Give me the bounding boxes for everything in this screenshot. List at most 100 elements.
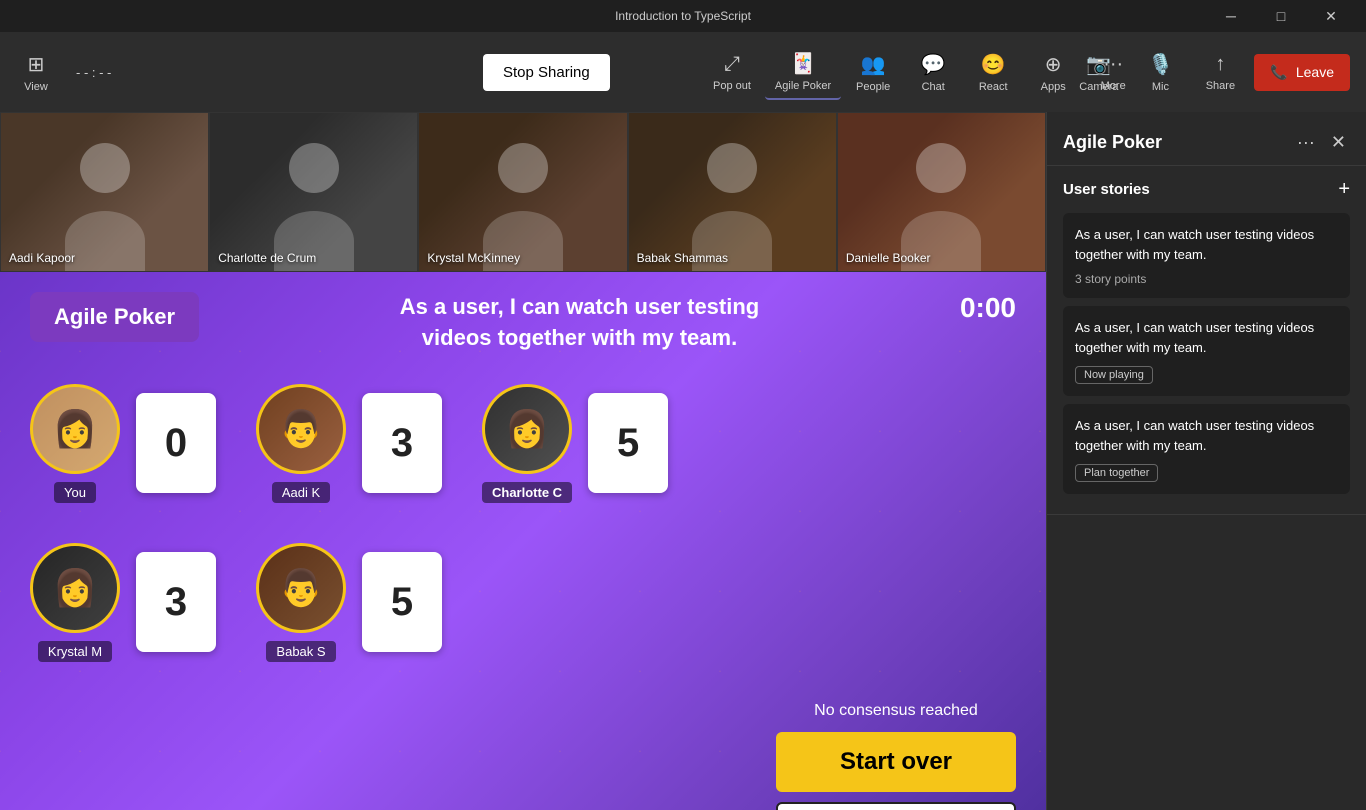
pop-out-button[interactable]: ⤢ Pop out xyxy=(703,47,761,98)
stories-section: User stories + As a user, I can watch us… xyxy=(1047,166,1366,515)
window-controls: ─ □ ✕ xyxy=(1208,0,1354,32)
video-strip: Aadi Kapoor Charlotte de Crum Krystal Mc… xyxy=(0,112,1046,272)
krystal-name-tag: Krystal M xyxy=(38,641,112,662)
more-options-button[interactable]: ··· xyxy=(1293,128,1319,157)
panel-close-button[interactable]: ✕ xyxy=(1327,128,1350,157)
chat-label: Chat xyxy=(922,81,945,93)
story-card-2[interactable]: As a user, I can watch user testing vide… xyxy=(1063,306,1350,396)
stop-sharing-button[interactable]: Stop Sharing xyxy=(483,54,610,91)
player-babak: 👨 Babak S 5 xyxy=(256,543,442,662)
start-over-button[interactable]: Start over xyxy=(776,732,1016,792)
agile-poker-badge-label: Agile Poker xyxy=(54,304,175,329)
apps-icon: ⊕ xyxy=(1045,52,1062,77)
charlotte-vote-card: 5 xyxy=(588,393,668,493)
aadi-avatar: 👨 xyxy=(256,384,346,474)
stories-label: User stories xyxy=(1063,181,1150,198)
mic-icon: 🎙️ xyxy=(1148,52,1173,77)
sil-head xyxy=(80,143,130,193)
player-charlotte: 👩 Charlotte C 5 xyxy=(482,384,668,503)
toolbar-left: ⊞ View - - : - - xyxy=(16,52,111,93)
agile-poker-icon: 🃏 xyxy=(791,51,816,76)
video-name-krystal: Krystal McKinney xyxy=(427,251,520,265)
krystal-silhouette xyxy=(419,113,626,271)
babak-avatar: 👨 xyxy=(256,543,346,633)
agile-poker-label: Agile Poker xyxy=(775,80,831,92)
danielle-silhouette xyxy=(838,113,1045,271)
video-name-danielle: Danielle Booker xyxy=(846,251,931,265)
players-row-1: 👩 You 0 👨 Aadi K 3 xyxy=(30,384,1016,503)
close-button[interactable]: ✕ xyxy=(1308,0,1354,32)
minimize-button[interactable]: ─ xyxy=(1208,0,1254,32)
you-vote-card: 0 xyxy=(136,393,216,493)
game-area: Agile Poker As a user, I can watch user … xyxy=(0,272,1046,810)
panel-title: Agile Poker xyxy=(1063,132,1162,153)
krystal-avatar: 👩 xyxy=(30,543,120,633)
people-button[interactable]: 👥 People xyxy=(845,46,901,99)
story-badge-now-playing[interactable]: Now playing xyxy=(1075,366,1153,384)
apps-button[interactable]: ⊕ Apps xyxy=(1025,46,1081,99)
video-tile-aadi: Aadi Kapoor xyxy=(0,112,209,272)
panel-header-actions: ··· ✕ xyxy=(1293,128,1350,157)
chat-button[interactable]: 💬 Chat xyxy=(905,46,961,99)
babak-name-tag: Babak S xyxy=(266,641,335,662)
story-card-1[interactable]: As a user, I can watch user testing vide… xyxy=(1063,213,1350,298)
sil-head-2 xyxy=(289,143,339,193)
bottom-section: No consensus reached Start over Override xyxy=(30,702,1016,810)
video-tile-danielle: Danielle Booker xyxy=(837,112,1046,272)
sil-head-3 xyxy=(498,143,548,193)
people-icon: 👥 xyxy=(861,52,886,77)
title-bar: Introduction to TypeScript ─ □ ✕ xyxy=(0,0,1366,32)
agile-poker-badge: Agile Poker xyxy=(30,292,199,342)
video-tile-krystal: Krystal McKinney xyxy=(418,112,627,272)
aadi-name-tag: Aadi K xyxy=(272,482,330,503)
players-row-2: 👩 Krystal M 3 👨 Babak S 5 xyxy=(30,543,1016,662)
you-avatar-container: 👩 You xyxy=(30,384,120,503)
share-label: Share xyxy=(1206,80,1235,92)
override-button[interactable]: Override xyxy=(776,802,1016,810)
leave-button[interactable]: 📞 Leave xyxy=(1254,54,1350,91)
toolbar-center: ⤢ Pop out 🃏 Agile Poker 👥 People 💬 Chat … xyxy=(703,45,1141,100)
charlotte-silhouette xyxy=(210,113,417,271)
no-consensus-text: No consensus reached xyxy=(776,702,1016,720)
maximize-button[interactable]: □ xyxy=(1258,0,1304,32)
babak-silhouette xyxy=(629,113,836,271)
toolbar-timer: - - : - - xyxy=(76,65,111,80)
add-story-button[interactable]: + xyxy=(1338,178,1350,201)
mic-button[interactable]: 🎙️ Mic xyxy=(1134,46,1186,99)
main-content: Aadi Kapoor Charlotte de Crum Krystal Mc… xyxy=(0,112,1366,810)
window-title: Introduction to TypeScript xyxy=(615,9,751,23)
panel-header: Agile Poker ··· ✕ xyxy=(1047,112,1366,166)
right-panel: Agile Poker ··· ✕ User stories + As a us… xyxy=(1046,112,1366,810)
more-button[interactable]: ··· More xyxy=(1085,47,1141,98)
video-name-aadi: Aadi Kapoor xyxy=(9,251,75,265)
share-button[interactable]: ↑ Share xyxy=(1194,47,1246,98)
aadi-avatar-container: 👨 Aadi K xyxy=(256,384,346,503)
react-button[interactable]: 😊 React xyxy=(965,46,1021,99)
sil-body xyxy=(65,211,145,271)
game-header: Agile Poker As a user, I can watch user … xyxy=(30,292,1016,354)
krystal-avatar-container: 👩 Krystal M xyxy=(30,543,120,662)
video-name-charlotte: Charlotte de Crum xyxy=(218,251,316,265)
stories-header: User stories + xyxy=(1063,178,1350,201)
left-area: Aadi Kapoor Charlotte de Crum Krystal Mc… xyxy=(0,112,1046,810)
krystal-vote-card: 3 xyxy=(136,552,216,652)
apps-label: Apps xyxy=(1041,81,1066,93)
story-card-3[interactable]: As a user, I can watch user testing vide… xyxy=(1063,404,1350,494)
game-timer: 0:00 xyxy=(960,292,1016,324)
story-text-2: As a user, I can watch user testing vide… xyxy=(1075,318,1338,357)
story-title: As a user, I can watch user testingvideo… xyxy=(400,292,759,354)
video-tile-babak: Babak Shammas xyxy=(628,112,837,272)
player-you: 👩 You 0 xyxy=(30,384,216,503)
more-label: More xyxy=(1101,80,1126,92)
agile-poker-tab[interactable]: 🃏 Agile Poker xyxy=(765,45,841,100)
player-aadi: 👨 Aadi K 3 xyxy=(256,384,442,503)
you-name-tag: You xyxy=(54,482,96,503)
story-text-3: As a user, I can watch user testing vide… xyxy=(1075,416,1338,455)
people-label: People xyxy=(856,81,890,93)
story-badge-plan-together[interactable]: Plan together xyxy=(1075,464,1158,482)
player-krystal: 👩 Krystal M 3 xyxy=(30,543,216,662)
view-button[interactable]: ⊞ View xyxy=(16,52,56,93)
toolbar: ⊞ View - - : - - Stop Sharing ⤢ Pop out … xyxy=(0,32,1366,112)
aadi-silhouette xyxy=(1,113,208,271)
players-section: 👩 You 0 👨 Aadi K 3 xyxy=(30,384,1016,662)
